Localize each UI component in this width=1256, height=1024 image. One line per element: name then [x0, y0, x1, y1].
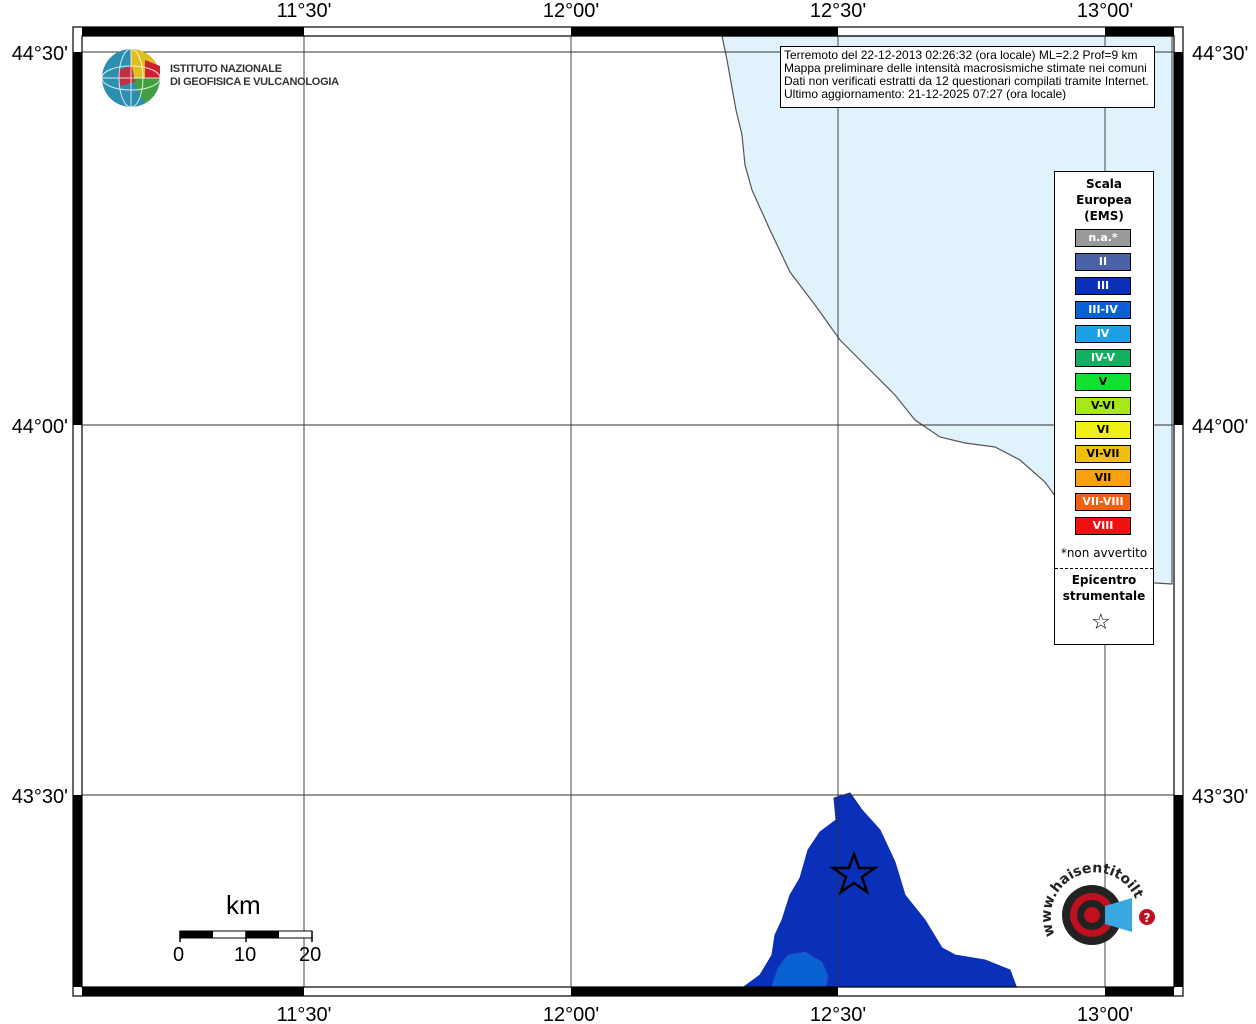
legend-note: *non avvertito: [1060, 546, 1148, 560]
bottom-label-1130: 11°30': [277, 1004, 332, 1024]
scale-bar: [179, 930, 313, 942]
ingv-line-1: ISTITUTO NAZIONALE: [170, 63, 282, 75]
ingv-line-2: DI GEOFISICA E VULCANOLOGIA: [170, 76, 339, 88]
legend-item: III: [1075, 277, 1131, 295]
bottom-label-1300: 13°00': [1077, 1004, 1133, 1024]
legend-item: II: [1075, 253, 1131, 271]
left-label-4330: 43°30': [12, 786, 68, 808]
legend-item: VII-VIII: [1075, 493, 1131, 511]
legend-separator: [1055, 568, 1153, 569]
top-label-1230: 12°30': [810, 0, 866, 22]
legend-item: VI: [1075, 421, 1131, 439]
legend-star-icon: ☆: [1091, 610, 1111, 635]
legend-title-3: (EMS): [1084, 209, 1124, 223]
top-label-1300: 13°00': [1077, 0, 1133, 22]
svg-text:?: ?: [1144, 911, 1151, 925]
legend-item: V: [1075, 373, 1131, 391]
left-label-4430: 44°30': [12, 43, 68, 65]
legend-item: IV: [1075, 325, 1131, 343]
legend-title-2: Europea: [1076, 193, 1132, 207]
scale-tick-10: 10: [234, 944, 257, 966]
top-label-1130: 11°30': [277, 0, 332, 22]
legend-item: VIII: [1075, 517, 1131, 535]
legend-title: Scala Europea (EMS): [1055, 176, 1153, 224]
legend-epicentro-2: strumentale: [1062, 589, 1146, 603]
bottom-label-1230: 12°30': [810, 1004, 866, 1024]
legend-item: V-VI: [1075, 397, 1131, 415]
intensity-area-iii: [743, 792, 1017, 987]
right-label-4330: 43°30': [1192, 786, 1248, 808]
ingv-globe-icon: [101, 48, 161, 108]
scale-tick-20: 20: [299, 944, 322, 966]
legend-items: n.a.* II III III-IV IV IV-V V V-VI VI VI-VII VII VI…: [1075, 229, 1131, 541]
legend-epicentro-1: Epicentro: [1071, 573, 1137, 587]
info-line-4: Ultimo aggiornamento: 21-12-2025 07:27 (…: [784, 87, 1067, 101]
left-label-4400: 44°00': [12, 416, 68, 438]
legend-item: VI-VII: [1075, 445, 1131, 463]
ems-legend: Scala Europea (EMS) n.a.* II III III-IV IV IV…: [1054, 171, 1154, 645]
event-info-box: Terremoto del 22-12-2013 02:26:32 (ora l…: [780, 46, 1155, 108]
legend-item: n.a.*: [1075, 229, 1131, 247]
scale-unit: km: [226, 890, 261, 920]
top-label-1200: 12°00': [543, 0, 599, 22]
legend-title-1: Scala: [1085, 177, 1123, 191]
right-label-4430: 44°30': [1192, 43, 1248, 65]
scale-tick-0: 0: [173, 944, 185, 966]
legend-item: IV-V: [1075, 349, 1131, 367]
legend-epicentro: Epicentro strumentale: [1055, 572, 1153, 604]
ingv-logo-text: ISTITUTO NAZIONALE DI GEOFISICA E VULCAN…: [170, 63, 339, 89]
right-label-4400: 44°00': [1192, 416, 1248, 438]
legend-item: VII: [1075, 469, 1131, 487]
bottom-label-1200: 12°00': [543, 1004, 599, 1024]
legend-item: III-IV: [1075, 301, 1131, 319]
